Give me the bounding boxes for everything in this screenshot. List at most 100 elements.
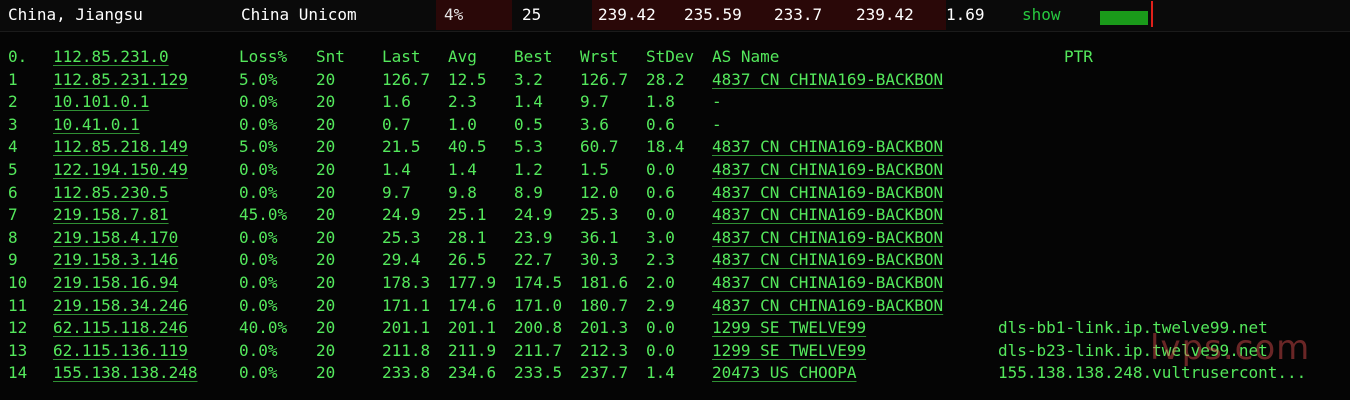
summary-stdev: 1.69 [946, 5, 985, 24]
cell-last: 201.1 [382, 318, 431, 338]
cell-host[interactable]: 10.41.0.1 [53, 114, 140, 137]
cell-as[interactable]: 4837 CN CHINA169-BACKBON [712, 227, 943, 250]
cell-snt: 20 [316, 340, 336, 360]
cell-hop: 7 [8, 205, 18, 225]
cell-host[interactable]: 62.115.136.119 [53, 340, 188, 363]
cell-snt: 20 [316, 114, 336, 134]
header-avg: Avg [448, 47, 477, 66]
cell-stdev: 18.4 [646, 137, 685, 157]
cell-as[interactable]: 20473 US CHOOPA [712, 362, 857, 385]
latency-bar-fill [1100, 11, 1149, 25]
header-wrst: Wrst [580, 47, 619, 66]
cell-stdev: 2.3 [646, 250, 675, 270]
cell-loss: 0.0% [239, 159, 278, 179]
cell-as[interactable]: 4837 CN CHINA169-BACKBON [712, 204, 943, 227]
cell-host[interactable]: 112.85.218.149 [53, 136, 188, 159]
summary-snt: 25 [512, 0, 602, 30]
cell-avg: 177.9 [448, 272, 497, 292]
cell-snt: 20 [316, 137, 336, 157]
cell-wrst: 25.3 [580, 205, 619, 225]
cell-ptr: dls-b23-link.ip.twelve99.net [998, 340, 1268, 360]
cell-avg: 12.5 [448, 69, 487, 89]
show-link[interactable]: show [1022, 0, 1061, 30]
cell-wrst: 212.3 [580, 340, 629, 360]
cell-hop: 2 [8, 92, 18, 112]
cell-host[interactable]: 112.85.230.5 [53, 182, 169, 205]
cell-host[interactable]: 219.158.16.94 [53, 272, 178, 295]
cell-snt: 20 [316, 295, 336, 315]
cell-last: 1.6 [382, 92, 411, 112]
cell-avg: 26.5 [448, 250, 487, 270]
cell-loss: 0.0% [239, 250, 278, 270]
cell-wrst: 12.0 [580, 182, 619, 202]
latency-marker [1151, 1, 1153, 27]
cell-stdev: 2.0 [646, 272, 675, 292]
header-loss: Loss% [239, 47, 288, 66]
cell-loss: 0.0% [239, 295, 278, 315]
cell-avg: 1.0 [448, 114, 477, 134]
cell-snt: 20 [316, 250, 336, 270]
cell-snt: 20 [316, 272, 336, 292]
cell-best: 24.9 [514, 205, 553, 225]
cell-best: 171.0 [514, 295, 563, 315]
cell-as[interactable]: 4837 CN CHINA169-BACKBON [712, 249, 943, 272]
cell-stdev: 2.9 [646, 295, 675, 315]
cell-stdev: 28.2 [646, 69, 685, 89]
cell-wrst: 9.7 [580, 92, 609, 112]
summary-avg: 235.59 [676, 0, 774, 30]
cell-host[interactable]: 62.115.118.246 [53, 317, 188, 340]
cell-loss: 0.0% [239, 272, 278, 292]
cell-host[interactable]: 155.138.138.248 [53, 362, 198, 385]
cell-as[interactable]: 4837 CN CHINA169-BACKBON [712, 159, 943, 182]
cell-best: 5.3 [514, 137, 543, 157]
location-label: China, Jiangsu [8, 5, 143, 24]
cell-hop: 13 [8, 340, 28, 360]
cell-as[interactable]: 1299 SE TWELVE99 [712, 340, 866, 363]
cell-stdev: 3.0 [646, 227, 675, 247]
summary-last: 239.42 [592, 0, 682, 30]
header-host[interactable]: 112.85.231.0 [53, 46, 169, 69]
cell-as[interactable]: 4837 CN CHINA169-BACKBON [712, 136, 943, 159]
cell-avg: 25.1 [448, 205, 487, 225]
cell-last: 9.7 [382, 182, 411, 202]
cell-as[interactable]: 4837 CN CHINA169-BACKBON [712, 69, 943, 92]
cell-as[interactable]: 1299 SE TWELVE99 [712, 317, 866, 340]
cell-avg: 2.3 [448, 92, 477, 112]
cell-hop: 12 [8, 318, 28, 338]
cell-avg: 174.6 [448, 295, 497, 315]
cell-as[interactable]: 4837 CN CHINA169-BACKBON [712, 182, 943, 205]
cell-stdev: 0.6 [646, 182, 675, 202]
cell-as[interactable]: 4837 CN CHINA169-BACKBON [712, 272, 943, 295]
cell-host[interactable]: 112.85.231.129 [53, 69, 188, 92]
cell-avg: 211.9 [448, 340, 497, 360]
cell-best: 174.5 [514, 272, 563, 292]
cell-wrst: 60.7 [580, 137, 619, 157]
cell-wrst: 36.1 [580, 227, 619, 247]
cell-host[interactable]: 219.158.7.81 [53, 204, 169, 227]
cell-ptr: dls-bb1-link.ip.twelve99.net [998, 318, 1268, 338]
cell-stdev: 0.0 [646, 159, 675, 179]
cell-best: 200.8 [514, 318, 563, 338]
cell-last: 21.5 [382, 137, 421, 157]
cell-stdev: 1.8 [646, 92, 675, 112]
cell-stdev: 0.0 [646, 318, 675, 338]
cell-stdev: 1.4 [646, 363, 675, 383]
header-best: Best [514, 47, 553, 66]
cell-wrst: 30.3 [580, 250, 619, 270]
cell-wrst: 1.5 [580, 159, 609, 179]
cell-host[interactable]: 122.194.150.49 [53, 159, 188, 182]
cell-hop: 10 [8, 272, 28, 292]
cell-host[interactable]: 10.101.0.1 [53, 91, 149, 114]
cell-stdev: 0.6 [646, 114, 675, 134]
cell-stdev: 0.0 [646, 205, 675, 225]
cell-host[interactable]: 219.158.4.170 [53, 227, 178, 250]
cell-best: 233.5 [514, 363, 563, 383]
cell-best: 1.2 [514, 159, 543, 179]
header-ptr: PTR [1064, 47, 1093, 66]
cell-host[interactable]: 219.158.34.246 [53, 295, 188, 318]
cell-as[interactable]: 4837 CN CHINA169-BACKBON [712, 295, 943, 318]
cell-wrst: 3.6 [580, 114, 609, 134]
cell-host[interactable]: 219.158.3.146 [53, 249, 178, 272]
cell-loss: 0.0% [239, 227, 278, 247]
cell-loss: 5.0% [239, 137, 278, 157]
